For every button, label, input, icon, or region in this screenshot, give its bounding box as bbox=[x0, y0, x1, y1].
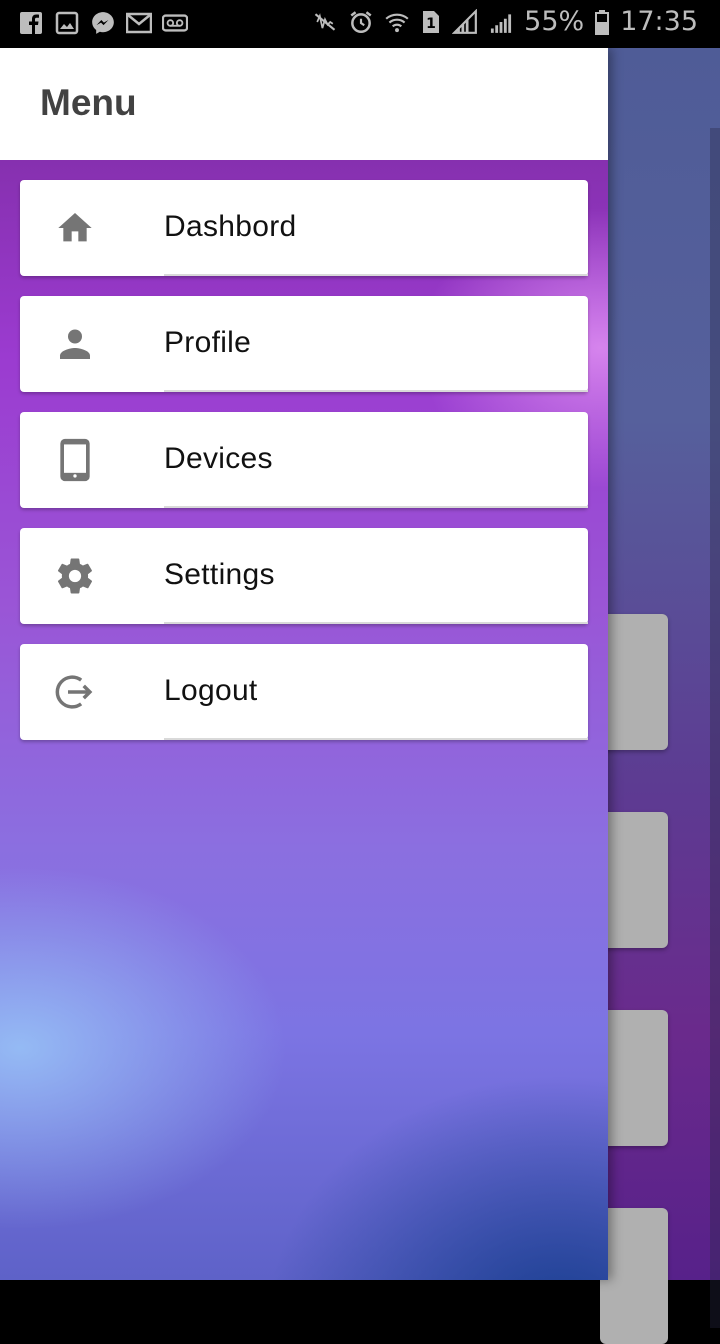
gallery-icon bbox=[54, 10, 80, 36]
system-icons: 1 55% 17:35 bbox=[312, 6, 698, 37]
facebook-icon bbox=[18, 10, 44, 36]
alarm-icon bbox=[348, 9, 374, 35]
background-card[interactable] bbox=[600, 614, 668, 750]
wifi-icon bbox=[384, 9, 410, 35]
signal-icon bbox=[488, 9, 514, 35]
menu-item-settings[interactable]: Settings bbox=[20, 528, 588, 624]
menu-list: Dashbord Profile Devices Settings Logout bbox=[20, 180, 588, 760]
background-card[interactable] bbox=[600, 812, 668, 948]
menu-item-devices[interactable]: Devices bbox=[20, 412, 588, 508]
mute-icon bbox=[312, 9, 338, 35]
menu-item-profile[interactable]: Profile bbox=[20, 296, 588, 392]
gmail-icon bbox=[126, 10, 152, 36]
sim-number: 1 bbox=[426, 16, 436, 32]
menu-item-label: Dashbord bbox=[164, 210, 297, 243]
navigation-drawer: Menu Dashbord Profile Devices Settings L… bbox=[0, 48, 608, 1280]
home-icon bbox=[54, 207, 96, 249]
menu-item-dashboard[interactable]: Dashbord bbox=[20, 180, 588, 276]
background-scrollbar bbox=[710, 128, 720, 1328]
menu-item-label: Profile bbox=[164, 326, 252, 359]
drawer-header: Menu bbox=[0, 48, 608, 160]
drawer-title: Menu bbox=[40, 82, 137, 123]
background-card[interactable] bbox=[600, 1010, 668, 1146]
notification-icons bbox=[18, 10, 188, 36]
tablet-icon bbox=[54, 438, 96, 482]
battery-percentage: 55% bbox=[524, 6, 585, 37]
menu-item-label: Settings bbox=[164, 558, 275, 591]
person-icon bbox=[54, 323, 96, 365]
menu-item-logout[interactable]: Logout bbox=[20, 644, 588, 740]
gear-icon bbox=[54, 555, 96, 597]
menu-item-label: Logout bbox=[164, 674, 258, 707]
voicemail-icon bbox=[162, 10, 188, 36]
menu-item-label: Devices bbox=[164, 442, 273, 475]
battery-icon bbox=[594, 9, 610, 35]
clock: 17:35 bbox=[620, 6, 698, 37]
messenger-icon bbox=[90, 10, 116, 36]
logout-icon bbox=[54, 671, 96, 713]
status-bar: 1 55% 17:35 bbox=[0, 0, 720, 48]
sim-icon: 1 bbox=[420, 9, 442, 35]
background-card[interactable] bbox=[600, 1208, 668, 1344]
signal-icon bbox=[452, 8, 478, 35]
